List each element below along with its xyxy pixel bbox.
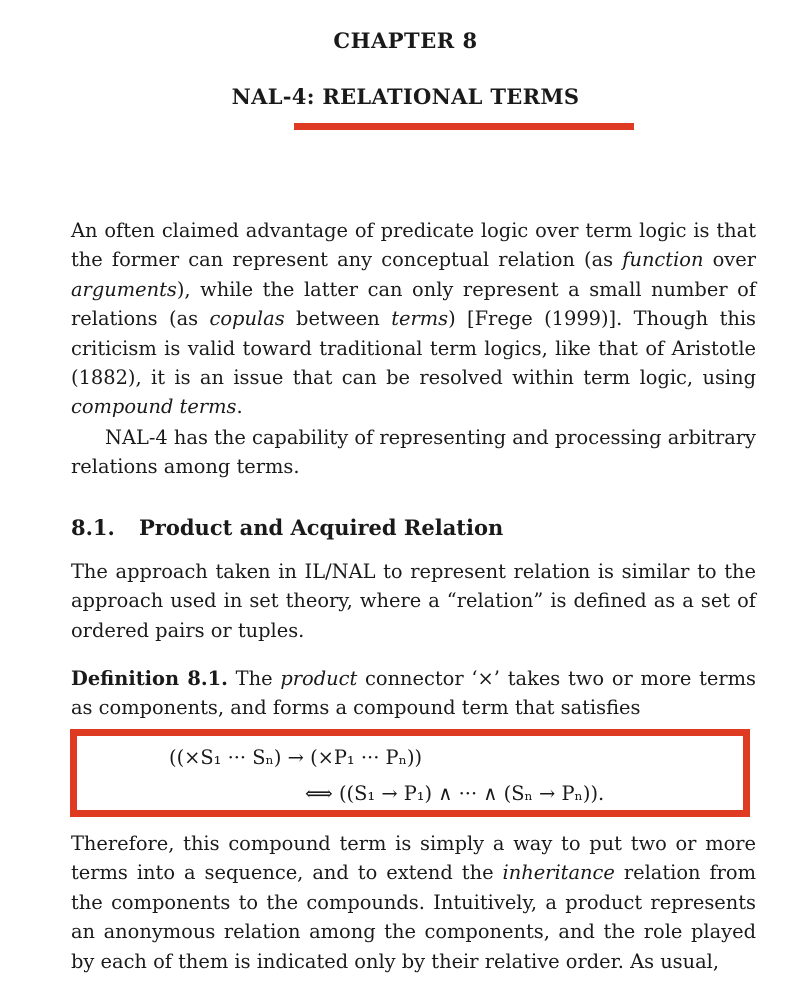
formula-highlight-box: ((×S₁ ··· Sₙ) → (×P₁ ··· Pₙ)) ⟺ ((S₁ → P…	[70, 729, 750, 817]
copulas-word: copulas	[209, 307, 285, 331]
intro-paragraph: An often claimed advantage of predicate …	[71, 216, 756, 422]
chapter-title: NAL-4: RELATIONAL TERMS	[231, 84, 580, 109]
section-number: 8.1.	[71, 515, 115, 540]
formula-line-1: ((×S₁ ··· Sₙ) → (×P₁ ··· Pₙ))	[169, 746, 423, 769]
formula-line-2: ⟺ ((S₁ → P₁) ∧ ··· ∧ (Sₙ → Pₙ)).	[305, 782, 605, 805]
definition-label: Definition 8.1.	[71, 667, 228, 690]
definition-paragraph: Definition 8.1. The product connector ‘×…	[71, 664, 756, 723]
inheritance-word: inheritance	[502, 861, 615, 885]
product-word: product	[280, 667, 358, 690]
section-heading: 8.1. Product and Acquired Relation	[71, 515, 503, 540]
function-word: function	[622, 248, 704, 272]
section-title: Product and Acquired Relation	[139, 515, 504, 540]
terms-word: terms	[391, 307, 449, 331]
definition-text-1: The	[235, 667, 281, 690]
intro-text-4: between	[284, 307, 392, 331]
intro-text-2: over	[703, 248, 756, 272]
arguments-word: arguments	[71, 277, 177, 301]
after-paragraph: Therefore, this compound term is simply …	[71, 829, 756, 976]
title-underline	[294, 123, 634, 130]
nal4-paragraph: NAL-4 has the capability of representing…	[71, 426, 756, 479]
compound-terms-word: compound terms	[71, 395, 237, 419]
section-paragraph: The approach taken in IL/NAL to represen…	[71, 560, 756, 642]
intro-text-6: .	[236, 395, 243, 419]
chapter-label: CHAPTER 8	[333, 28, 478, 53]
